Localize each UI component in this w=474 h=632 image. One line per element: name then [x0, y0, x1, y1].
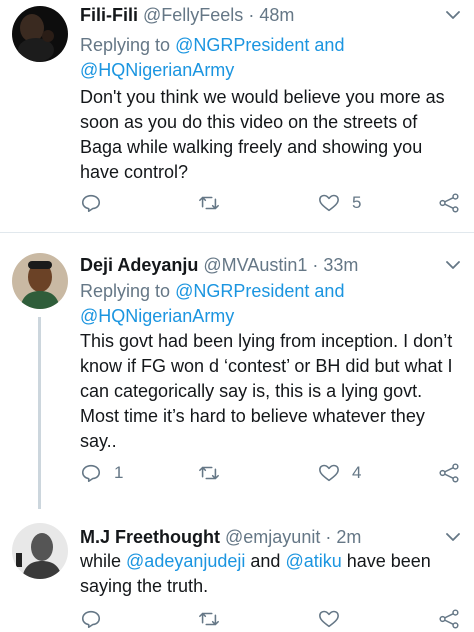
reply-button[interactable]: 1 — [80, 460, 123, 486]
mention-link[interactable]: @adeyanjudeji — [126, 551, 245, 571]
author-name[interactable]: Fili-Fili — [80, 5, 138, 25]
tweet-2[interactable]: Deji Adeyanju @MVAustin1 · 33m Replying … — [0, 233, 474, 509]
tweet-header: M.J Freethought @emjayunit · 2m — [80, 526, 361, 548]
separator: · — [248, 5, 255, 25]
replying-to: Replying to @NGRPresident and @HQNigeria… — [80, 33, 460, 83]
separator: · — [312, 255, 319, 275]
tweet-text: Don't you think we would believe you mor… — [80, 87, 445, 182]
tweet-text: while @adeyanjudeji and @atiku have been… — [80, 549, 460, 599]
heart-icon — [319, 464, 339, 482]
reply-button[interactable] — [80, 606, 114, 632]
like-count: 4 — [352, 463, 362, 482]
mention-link[interactable]: @HQNigerianArmy — [80, 306, 234, 326]
timestamp[interactable]: 48m — [259, 5, 294, 25]
text-segment: and — [245, 551, 286, 571]
share-button[interactable] — [438, 606, 460, 632]
replying-prefix: Replying to — [80, 35, 171, 55]
like-button[interactable] — [318, 606, 352, 632]
like-count: 5 — [352, 193, 362, 212]
retweet-icon — [199, 612, 219, 626]
avatar[interactable] — [12, 523, 68, 579]
author-handle[interactable]: @FellyFeels — [143, 5, 243, 25]
and-word[interactable]: and — [314, 35, 344, 55]
chevron-down-icon[interactable] — [446, 532, 460, 542]
share-icon — [439, 609, 459, 629]
mention-link[interactable]: @atiku — [285, 551, 341, 571]
chevron-down-icon[interactable] — [446, 260, 460, 270]
reply-icon — [81, 610, 101, 629]
author-handle[interactable]: @emjayunit — [225, 527, 320, 547]
tweet-text: This govt had been lying from inception.… — [80, 331, 453, 451]
retweet-icon — [199, 466, 219, 480]
text-segment: while — [80, 551, 127, 571]
author-handle[interactable]: @MVAustin1 — [203, 255, 307, 275]
reply-icon — [81, 464, 101, 483]
thread-line — [38, 317, 41, 509]
replying-to: Replying to @NGRPresident and @HQNigeria… — [80, 279, 460, 329]
avatar[interactable] — [12, 6, 68, 62]
chevron-down-icon[interactable] — [446, 10, 460, 20]
tweet-header: Deji Adeyanju @MVAustin1 · 33m — [80, 254, 358, 276]
author-name[interactable]: M.J Freethought — [80, 527, 220, 547]
retweet-button[interactable] — [198, 460, 232, 486]
like-button[interactable]: 5 — [318, 190, 361, 216]
avatar[interactable] — [12, 253, 68, 309]
heart-icon — [319, 610, 339, 628]
retweet-button[interactable] — [198, 190, 232, 216]
retweet-button[interactable] — [198, 606, 232, 632]
like-button[interactable]: 4 — [318, 460, 361, 486]
timestamp[interactable]: 33m — [323, 255, 358, 275]
tweet-3[interactable]: M.J Freethought @emjayunit · 2m while @a… — [0, 509, 474, 631]
mention-link[interactable]: @HQNigerianArmy — [80, 60, 234, 80]
share-icon — [439, 463, 459, 483]
replying-prefix: Replying to — [80, 281, 171, 301]
and-word[interactable]: and — [314, 281, 344, 301]
author-name[interactable]: Deji Adeyanju — [80, 255, 198, 275]
tweet-actions: 1 4 — [80, 460, 462, 486]
mention-link[interactable]: @NGRPresident — [175, 281, 309, 301]
tweet-actions — [80, 606, 462, 632]
separator: · — [325, 527, 332, 547]
heart-icon — [319, 194, 339, 212]
tweet-actions: 5 — [80, 190, 462, 216]
timestamp[interactable]: 2m — [336, 527, 361, 547]
reply-button[interactable] — [80, 190, 114, 216]
share-button[interactable] — [438, 460, 460, 486]
reply-icon — [81, 194, 101, 213]
retweet-icon — [199, 196, 219, 210]
share-icon — [439, 193, 459, 213]
mention-link[interactable]: @NGRPresident — [175, 35, 309, 55]
reply-count: 1 — [114, 463, 124, 482]
share-button[interactable] — [438, 190, 460, 216]
tweet-1[interactable]: Fili-Fili @FellyFeels · 48m Replying to … — [0, 0, 474, 230]
tweet-header: Fili-Fili @FellyFeels · 48m — [80, 4, 294, 26]
